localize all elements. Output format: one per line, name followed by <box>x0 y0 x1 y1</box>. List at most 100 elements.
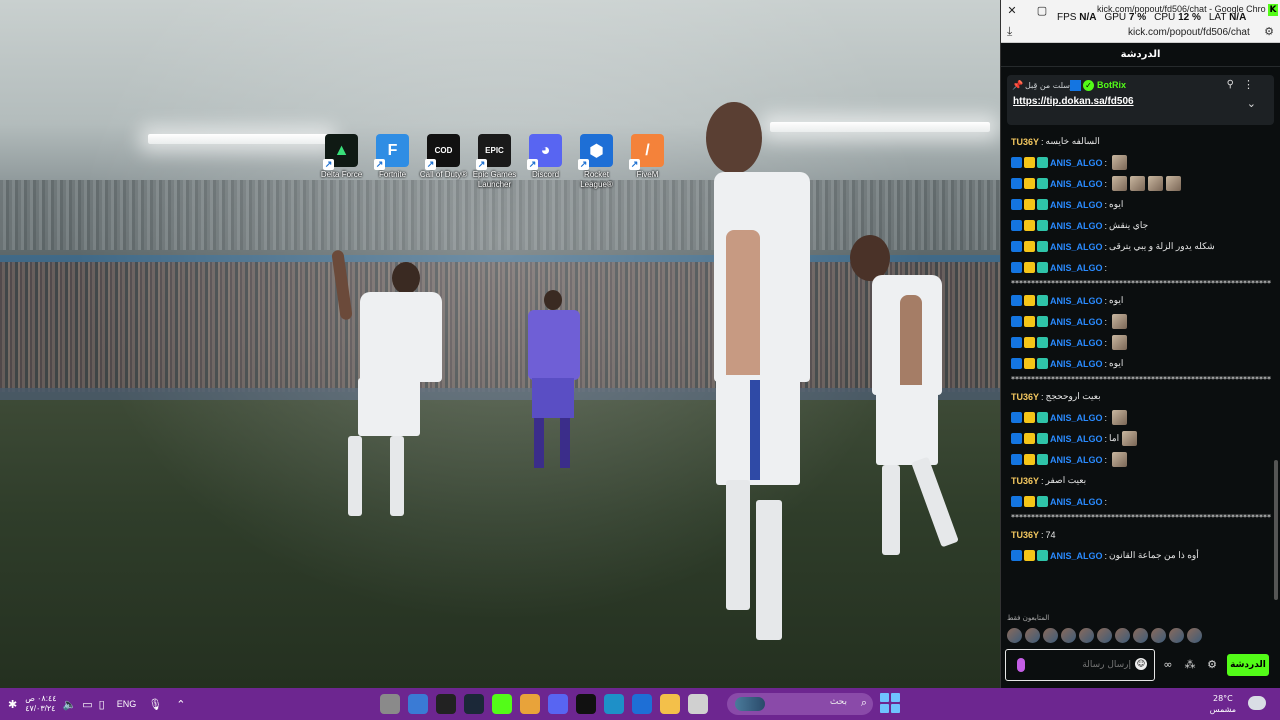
chat-message[interactable]: ANIS_ALGO: <box>1011 491 1271 512</box>
chat-username[interactable]: ANIS_ALGO <box>1050 359 1103 369</box>
cod-app-icon[interactable] <box>576 694 596 714</box>
viewer-avatar[interactable] <box>1007 628 1022 643</box>
viewer-avatar[interactable] <box>1115 628 1130 643</box>
chat-message[interactable]: ANIS_ALGO: شكله يدور الزلة و يبي يترقى <box>1011 236 1271 257</box>
store-app-icon[interactable] <box>408 694 428 714</box>
viewer-avatar[interactable] <box>1043 628 1058 643</box>
chat-username[interactable]: ANIS_ALGO <box>1050 434 1103 444</box>
chat-username[interactable]: ANIS_ALGO <box>1050 242 1103 252</box>
chat-username[interactable]: TU36Y <box>1011 137 1039 147</box>
emote-icon[interactable] <box>1166 176 1182 191</box>
explorer-app-icon[interactable] <box>660 694 680 714</box>
emote-icon[interactable] <box>1112 335 1128 350</box>
viewer-avatar[interactable] <box>1187 628 1202 643</box>
volume-icon[interactable]: 🔈 <box>63 698 77 711</box>
window-titlebar[interactable]: ✕ ▢ kick.com/popout/fd506/chat - Google … <box>1001 0 1280 23</box>
desktop-shortcut[interactable]: ⬢ ↗ Rocket League® <box>571 134 622 190</box>
chat-username[interactable]: ANIS_ALGO <box>1050 413 1103 423</box>
clock[interactable]: ٠٨:٤٤ ص ٤٧/٠٣/٢٤ <box>25 694 56 714</box>
chat-message[interactable]: ANIS_ALGO: جاي ينقش <box>1011 215 1271 236</box>
chat-message[interactable]: ANIS_ALGO: أوه ذا من جماعة القانون <box>1011 545 1271 566</box>
chat-username[interactable]: ANIS_ALGO <box>1050 263 1103 273</box>
chat-username[interactable]: TU36Y <box>1011 530 1039 540</box>
microphone-tray-icon[interactable]: 🎙 <box>148 698 162 711</box>
emoji-icon[interactable]: ☺ <box>1135 658 1147 670</box>
desktop-shortcut[interactable]: EPIC ↗ Epic Games Launcher <box>469 134 520 190</box>
chat-message[interactable]: TU36Y: بعيت اروححجج <box>1011 386 1271 407</box>
chat-username[interactable]: ANIS_ALGO <box>1050 455 1103 465</box>
chat-scrollbar[interactable] <box>1274 460 1278 600</box>
files-app-icon[interactable] <box>688 694 708 714</box>
desktop-shortcut[interactable]: / ↗ FiveM <box>622 134 673 190</box>
chat-message[interactable]: ANIS_ALGO: <box>1011 311 1271 332</box>
gear-icon[interactable]: ⚙ <box>1203 656 1221 674</box>
pinned-username[interactable]: BotRix <box>1097 80 1126 90</box>
users-icon[interactable]: ⁂ <box>1181 656 1199 674</box>
pinned-message[interactable]: 📌 أرسلت من قِبل ✓ BotRix https://tip.dok… <box>1007 75 1274 125</box>
epic-app-icon[interactable] <box>436 694 456 714</box>
chat-message[interactable]: ANIS_ALGO: ايوه <box>1011 290 1271 311</box>
viewer-avatar[interactable] <box>1025 628 1040 643</box>
chrome-app-icon[interactable] <box>520 694 540 714</box>
emote-icon[interactable] <box>1122 431 1138 446</box>
viewer-avatar[interactable] <box>1097 628 1112 643</box>
emote-icon[interactable] <box>1112 452 1128 467</box>
microphone-icon[interactable] <box>1017 658 1025 672</box>
more-options-icon[interactable]: ⋮ <box>1243 78 1254 91</box>
chat-username[interactable]: ANIS_ALGO <box>1050 179 1103 189</box>
chevron-up-icon[interactable]: ⌃ <box>176 698 185 711</box>
notification-icon[interactable]: ✱ <box>8 698 17 711</box>
emote-icon[interactable] <box>1130 176 1146 191</box>
emote-icon[interactable] <box>1112 410 1128 425</box>
restore-icon[interactable]: ▢ <box>1031 0 1053 21</box>
chat-username[interactable]: ANIS_ALGO <box>1050 296 1103 306</box>
desktop-shortcut[interactable]: ◕ ↗ Discord <box>520 134 571 190</box>
chat-username[interactable]: ANIS_ALGO <box>1050 497 1103 507</box>
language-indicator[interactable]: ENG <box>117 699 137 709</box>
viewer-avatar[interactable] <box>1061 628 1076 643</box>
chat-message[interactable]: ANIS_ALGO: اما <box>1011 428 1271 449</box>
rocket-league-app-icon[interactable] <box>632 694 652 714</box>
pinned-link[interactable]: https://tip.dokan.sa/fd506 <box>1013 96 1134 107</box>
chat-message[interactable]: ANIS_ALGO: <box>1011 257 1271 278</box>
chat-username[interactable]: ANIS_ALGO <box>1050 317 1103 327</box>
taskbar-search[interactable]: بحث ⌕ <box>727 693 873 715</box>
network-icon[interactable]: ▭ <box>82 698 92 711</box>
viewer-avatar[interactable] <box>1169 628 1184 643</box>
close-icon[interactable]: ✕ <box>1001 0 1023 21</box>
desktop-shortcut[interactable]: COD ↗ Call of Duty® <box>418 134 469 190</box>
emote-icon[interactable] <box>1112 176 1128 191</box>
download-icon[interactable]: ⤓ <box>1007 24 1012 39</box>
emote-icon[interactable] <box>1112 314 1128 329</box>
chat-username[interactable]: ANIS_ALGO <box>1050 158 1103 168</box>
chat-username[interactable]: ANIS_ALGO <box>1050 221 1103 231</box>
desktop-shortcut[interactable]: F ↗ Fortnite <box>367 134 418 190</box>
emote-icon[interactable] <box>1112 155 1128 170</box>
chat-username[interactable]: ANIS_ALGO <box>1050 338 1103 348</box>
weather-widget[interactable]: 28°C مشمس <box>1210 693 1236 715</box>
chat-message[interactable]: ANIS_ALGO: <box>1011 332 1271 353</box>
chat-input[interactable] <box>1036 658 1131 672</box>
kick-app-icon[interactable] <box>492 694 512 714</box>
chat-send-button[interactable]: الدردشة <box>1227 654 1269 676</box>
battery-icon[interactable]: ▯ <box>99 698 105 711</box>
site-settings-icon[interactable]: ⚙ <box>1264 25 1274 38</box>
steam-app-icon[interactable] <box>464 694 484 714</box>
chat-username[interactable]: ANIS_ALGO <box>1050 200 1103 210</box>
chat-message[interactable]: ANIS_ALGO: ايوه <box>1011 353 1271 374</box>
viewer-avatar[interactable] <box>1151 628 1166 643</box>
chat-message[interactable]: ANIS_ALGO: <box>1011 152 1271 173</box>
infinity-icon[interactable]: ∞ <box>1159 656 1177 674</box>
chat-message[interactable]: ANIS_ALGO: ايوه <box>1011 194 1271 215</box>
discord-app-icon[interactable] <box>548 694 568 714</box>
emote-icon[interactable] <box>1148 176 1164 191</box>
url-text[interactable]: kick.com/popout/fd506/chat <box>1128 27 1250 38</box>
chevron-down-icon[interactable]: ⌄ <box>1247 97 1256 110</box>
chat-input-box[interactable]: ☺ <box>1005 649 1155 681</box>
chat-username[interactable]: TU36Y <box>1011 476 1039 486</box>
chat-message[interactable]: ANIS_ALGO: <box>1011 173 1271 194</box>
desktop-shortcut[interactable]: ▲ ↗ Delta Force <box>316 134 367 190</box>
edge-app-icon[interactable] <box>604 694 624 714</box>
viewer-avatar[interactable] <box>1079 628 1094 643</box>
viewer-avatar[interactable] <box>1133 628 1148 643</box>
